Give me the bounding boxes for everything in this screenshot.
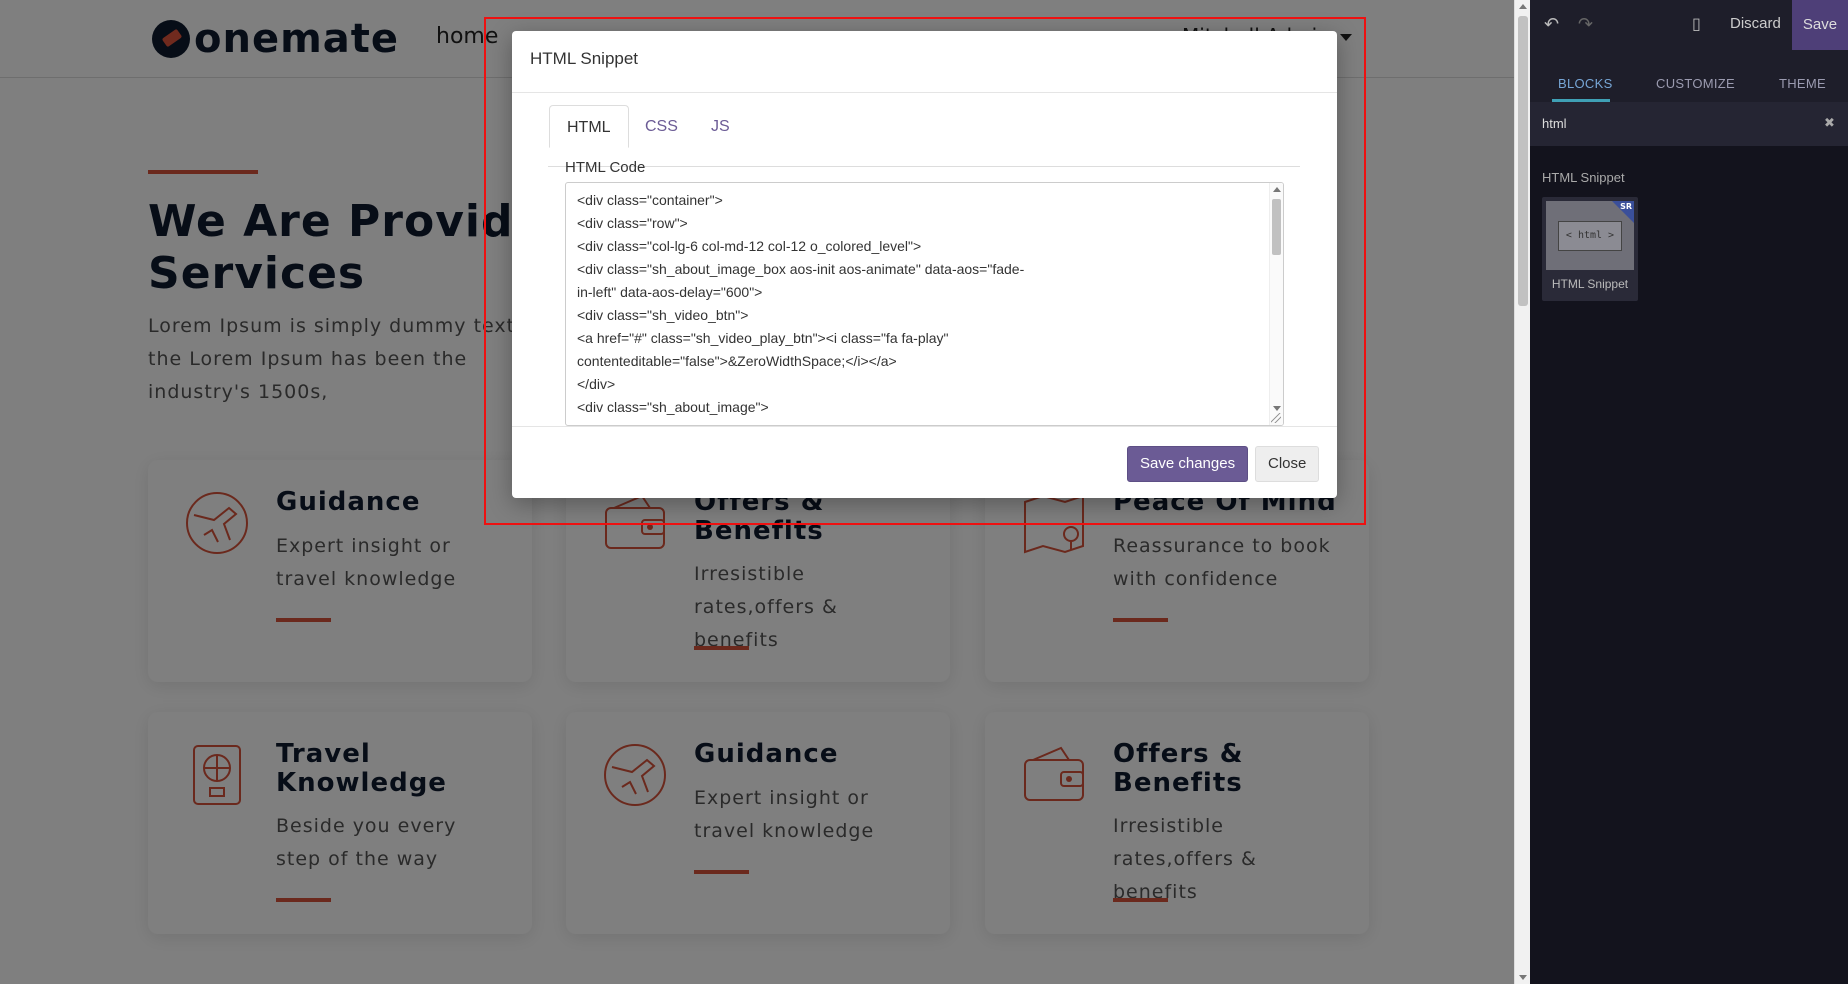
editor-tabs: BLOCKS CUSTOMIZE THEME xyxy=(1530,50,1848,102)
editor-sidebar: ↶ ↷ ▯ Discard Save BLOCKS CUSTOMIZE THEM… xyxy=(1530,0,1848,984)
resize-handle-icon[interactable] xyxy=(1271,413,1281,423)
code-content[interactable]: <div class="container"> <div class="row"… xyxy=(577,189,1263,419)
code-line: <div class="sh_about_image_box aos-init … xyxy=(577,261,1025,277)
scroll-down-icon[interactable] xyxy=(1273,406,1281,411)
section-title: HTML Snippet xyxy=(1542,170,1625,185)
scroll-up-icon[interactable] xyxy=(1273,187,1281,192)
undo-icon[interactable]: ↶ xyxy=(1544,14,1559,35)
tab-html[interactable]: HTML xyxy=(549,105,629,148)
code-line: <div class="container"> xyxy=(577,192,723,208)
code-line: contenteditable="false">&ZeroWidthSpace;… xyxy=(577,353,897,369)
code-line: <div class="col-lg-6 col-md-12 col-12 o_… xyxy=(577,238,922,254)
code-scrollbar[interactable] xyxy=(1269,183,1283,425)
discard-button[interactable]: Discard xyxy=(1730,15,1781,32)
html-snippet-dialog: HTML Snippet HTML CSS JS HTML Code <div … xyxy=(512,31,1337,498)
scroll-thumb[interactable] xyxy=(1518,16,1528,306)
modal-header: HTML Snippet xyxy=(512,31,1337,93)
html-code-label: HTML Code xyxy=(565,159,646,176)
snippet-thumbnail: < html > SR xyxy=(1546,201,1634,270)
save-changes-button[interactable]: Save changes xyxy=(1127,446,1249,482)
code-line: <div class="row"> xyxy=(577,215,688,231)
scroll-thumb[interactable] xyxy=(1272,199,1281,255)
tab-blocks[interactable]: BLOCKS xyxy=(1558,76,1613,91)
code-tabs: HTML CSS JS xyxy=(548,93,1300,167)
clear-search-icon[interactable]: ✖ xyxy=(1824,116,1835,131)
search-input[interactable]: html xyxy=(1542,116,1567,131)
close-button[interactable]: Close xyxy=(1255,446,1320,482)
code-line: <a href="#" class="sh_video_play_btn"><i… xyxy=(577,330,949,346)
save-button[interactable]: Save xyxy=(1792,0,1848,50)
tab-customize[interactable]: CUSTOMIZE xyxy=(1656,76,1735,91)
tab-theme[interactable]: THEME xyxy=(1779,76,1826,91)
scroll-down-icon[interactable] xyxy=(1519,975,1527,980)
modal-title: HTML Snippet xyxy=(530,49,639,68)
website-canvas: onemate home Mitchell Admin We Are Provi… xyxy=(0,0,1514,984)
code-line: </div> xyxy=(577,376,616,392)
blocks-search[interactable]: html ✖ xyxy=(1530,102,1848,146)
code-line: <div class="sh_about_image"> xyxy=(577,399,769,415)
snippet-thumb-text: < html > xyxy=(1558,221,1622,251)
snippet-label: HTML Snippet xyxy=(1551,277,1629,291)
modal-footer: Save changes Close xyxy=(512,426,1337,498)
html-snippet-block[interactable]: < html > SR HTML Snippet xyxy=(1542,197,1638,301)
page-scrollbar[interactable] xyxy=(1514,0,1530,984)
tab-css[interactable]: CSS xyxy=(628,105,695,148)
snippet-badge-text: SR xyxy=(1620,202,1632,211)
mobile-preview-icon[interactable]: ▯ xyxy=(1692,14,1701,33)
editor-toolbar: ↶ ↷ ▯ Discard Save xyxy=(1530,0,1848,50)
scroll-up-icon[interactable] xyxy=(1519,4,1527,9)
code-line: <div class="sh_video_btn"> xyxy=(577,307,749,323)
html-code-editor[interactable]: <div class="container"> <div class="row"… xyxy=(565,182,1284,426)
tab-js[interactable]: JS xyxy=(694,105,747,148)
redo-icon[interactable]: ↷ xyxy=(1578,14,1593,35)
code-line: in-left" data-aos-delay="600"> xyxy=(577,284,763,300)
